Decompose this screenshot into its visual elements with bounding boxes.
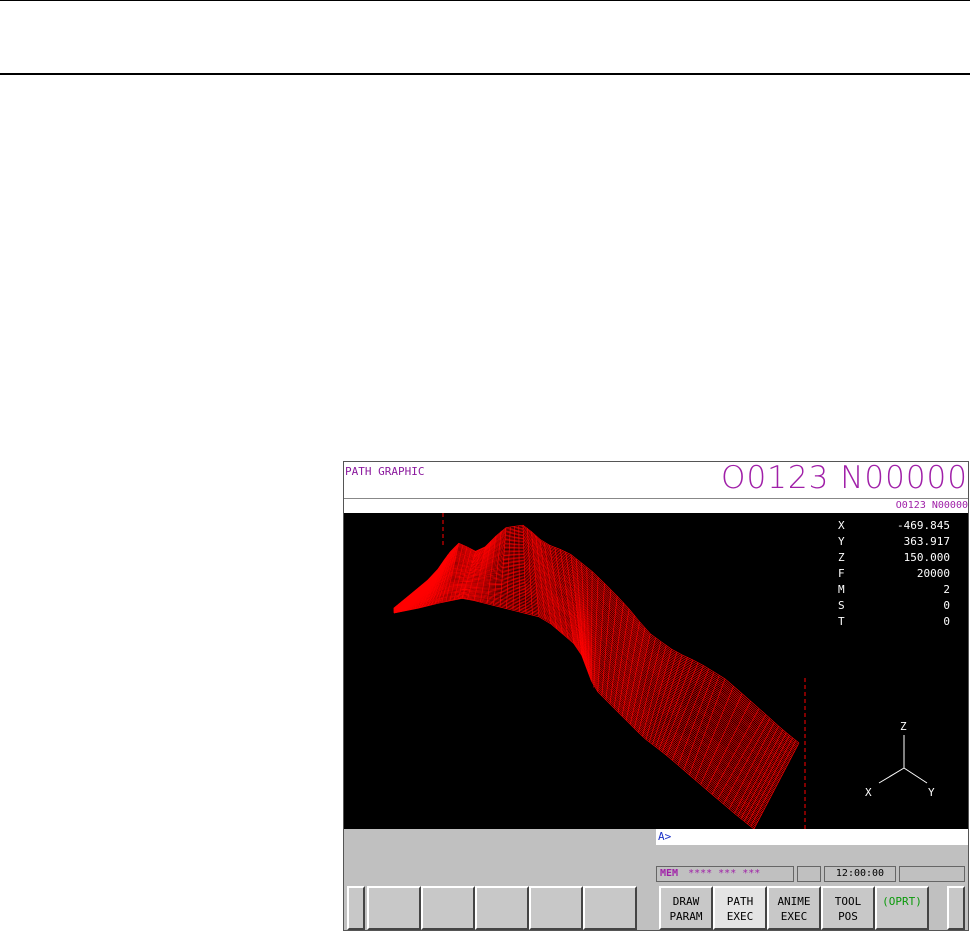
x-axis-label: X (865, 786, 872, 799)
softkey-label-line1: TOOL (834, 895, 862, 908)
toolpath-line (393, 596, 756, 827)
readout-axis: M (838, 583, 845, 596)
top-rule (0, 0, 970, 1)
toolpath-line (393, 584, 768, 805)
lower-panel: A> MEM **** *** *** 12:00:00 DRAW PARAM PAT… (344, 829, 968, 930)
command-input[interactable]: A> (656, 829, 968, 845)
header-rule (0, 73, 970, 75)
readout-value: 20000 (916, 567, 950, 580)
softkey-8[interactable]: ANIME EXEC (767, 886, 821, 930)
readout-row-f: F 20000 (838, 566, 950, 582)
softkey-left-edge[interactable] (347, 886, 365, 930)
readout-axis: S (838, 599, 845, 612)
y-axis-line (903, 767, 928, 784)
readout-value: 150.000 (903, 551, 950, 564)
softkey-3[interactable] (475, 886, 529, 930)
readout-row-m: M2 (838, 582, 950, 598)
title-bar: PATH GRAPHIC O0123 N00000 (344, 461, 968, 498)
softkey-6[interactable]: DRAW PARAM (659, 886, 713, 930)
toolpath-line (393, 595, 757, 825)
toolpath-line (393, 597, 756, 828)
softkey-10[interactable]: (OPRT) (875, 886, 929, 930)
readout-axis: X (838, 519, 845, 532)
program-number-large: O0123 N00000 (721, 461, 968, 496)
readout-value: -469.845 (897, 519, 950, 532)
readout-row-z: Z 150.000 (838, 550, 950, 566)
screen-title: PATH GRAPHIC (345, 465, 425, 478)
softkey-7[interactable]: PATH EXEC (713, 886, 767, 930)
softkey-label-line2: POS (838, 910, 858, 923)
softkey-label-line1: (OPRT) (882, 895, 922, 908)
readout-value: 363.917 (903, 535, 950, 548)
y-axis-label: Y (928, 786, 935, 799)
mode-status: MEM **** *** *** (656, 866, 794, 882)
softkey-2[interactable] (421, 886, 475, 930)
mode-label: MEM (660, 868, 679, 879)
softkey-label-line2: EXEC (780, 910, 808, 923)
toolpath-cross-line (591, 571, 593, 682)
readout-axis: Z (838, 551, 845, 564)
softkey-9[interactable]: TOOL POS (821, 886, 875, 930)
toolpath-wireframe (393, 513, 806, 829)
softkey-bar: DRAW PARAM PATH EXEC ANIME EXEC TOOL POS (OPRT) (347, 886, 967, 930)
toolpath-cross-line (706, 701, 751, 790)
sub-bar: O0123 N00000 (344, 498, 968, 513)
softkey-right-edge[interactable] (947, 886, 965, 930)
softkey-5[interactable] (583, 886, 637, 930)
readout-value: 2 (943, 583, 950, 596)
status-blank-right (899, 866, 965, 882)
clock: 12:00:00 (824, 866, 896, 882)
program-number-small: O0123 N00000 (895, 500, 968, 511)
softkey-label-line2: PARAM (669, 910, 703, 923)
position-readout: X -469.845 Y 363.917 Z 150.000 F 20000 M 2 S 0 T 0 (838, 518, 950, 630)
softkey-label-line2: EXEC (726, 910, 754, 923)
softkey-label-line1: ANIME (777, 895, 811, 908)
softkey-label-line1: DRAW (672, 895, 700, 908)
readout-axis: Y (838, 535, 845, 548)
readout-axis: T (838, 615, 845, 628)
readout-axis: F (838, 567, 845, 580)
readout-row-y: Y 363.917 (838, 534, 950, 550)
cnc-screen: PATH GRAPHIC O0123 N00000 O0123 N00000 Z… (343, 461, 969, 931)
x-axis-line (878, 767, 905, 784)
softkey-1[interactable] (367, 886, 421, 930)
readout-value: 0 (943, 599, 950, 612)
readout-value: 0 (943, 615, 950, 628)
readout-row-s: S0 (838, 598, 950, 614)
z-axis-label: Z (900, 720, 907, 733)
status-blank (797, 866, 821, 882)
readout-row-t: T0 (838, 614, 950, 630)
status-bar: MEM **** *** *** 12:00:00 (656, 866, 966, 882)
softkey-label-line1: PATH (726, 895, 754, 908)
softkey-4[interactable] (529, 886, 583, 930)
readout-row-x: X -469.845 (838, 518, 950, 534)
status-stars: **** *** *** (688, 868, 761, 879)
